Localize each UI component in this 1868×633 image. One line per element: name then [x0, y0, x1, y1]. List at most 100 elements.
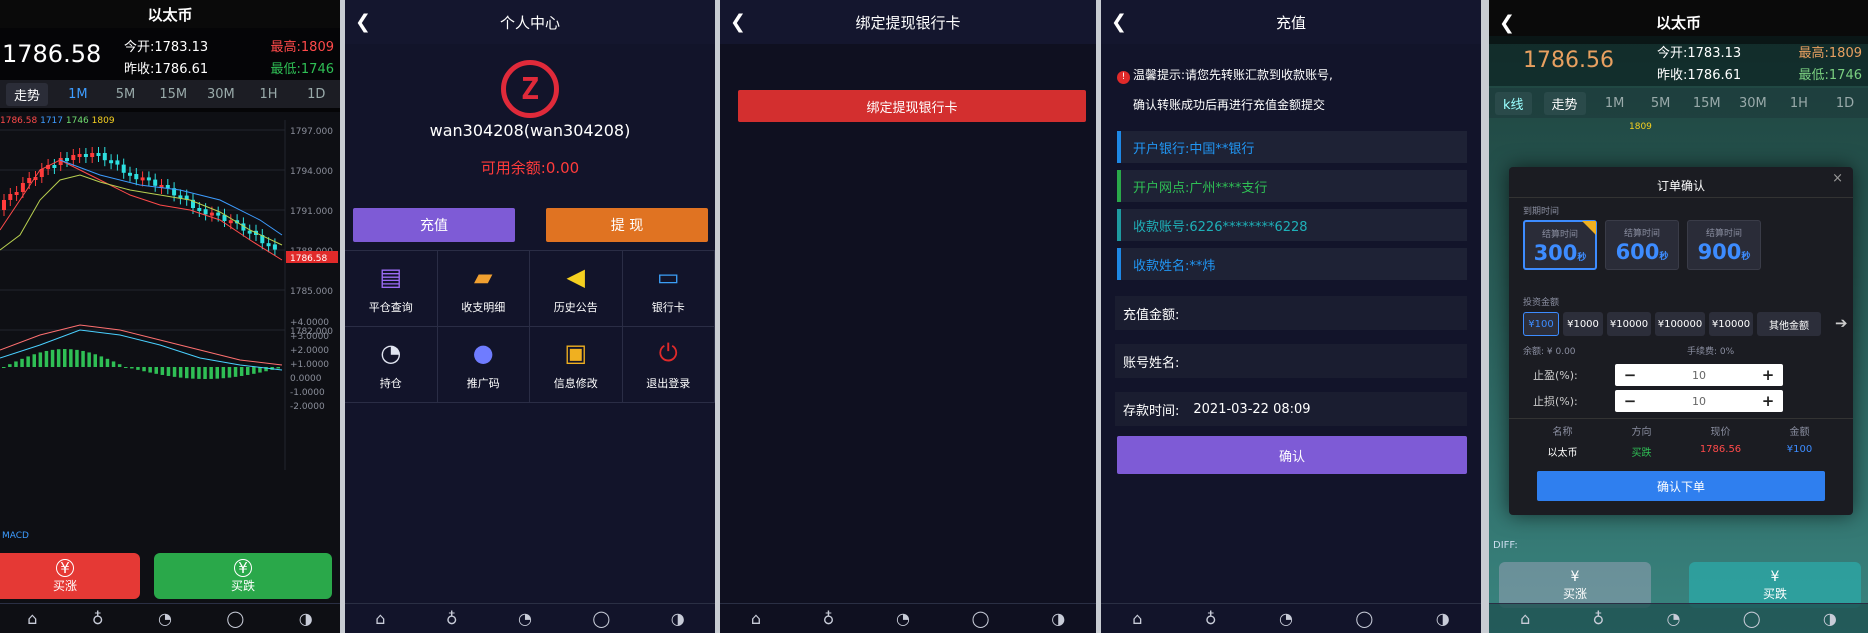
chart-icon[interactable]: ◔	[518, 609, 532, 628]
withdraw-button[interactable]: 提 现	[546, 208, 708, 242]
bind-bank-card-button[interactable]: 绑定提现银行卡	[738, 90, 1086, 122]
home-icon[interactable]: ⌂	[27, 609, 37, 628]
user-icon[interactable]: ◯	[592, 609, 610, 628]
stop-loss-stepper[interactable]: − 10 +	[1615, 390, 1783, 412]
user-icon[interactable]: ◯	[972, 609, 990, 628]
deposit-time-field[interactable]: 存款时间: 2021-03-22 08:09	[1115, 392, 1467, 426]
amount-option[interactable]: ¥10000	[1607, 312, 1651, 336]
menu-item[interactable]: ▭ 银行卡	[622, 251, 715, 327]
take-profit-stepper[interactable]: − 10 +	[1615, 364, 1783, 386]
arrow-right-icon[interactable]: ➔	[1835, 314, 1848, 332]
submit-order-button[interactable]: 确认下单	[1537, 471, 1825, 501]
moneybag-icon[interactable]: ♁	[823, 609, 835, 628]
duration-option-300[interactable]: 结算时间 300秒	[1523, 220, 1597, 270]
tab-1d[interactable]: 1D	[1822, 96, 1868, 111]
user-icon[interactable]: ◯	[226, 609, 244, 628]
quote-row-1: 今开:1783.13 最高:1809	[124, 36, 334, 55]
account-name-label: 账号姓名:	[1123, 355, 1180, 371]
home-icon[interactable]: ⌂	[375, 609, 385, 628]
duration-unit: 秒	[1659, 252, 1669, 262]
high-value: 1809	[300, 40, 334, 55]
amount-field[interactable]: 充值金额:	[1115, 296, 1467, 330]
duration-option-600[interactable]: 结算时间 600秒	[1605, 220, 1679, 270]
macd-bar	[14, 361, 18, 367]
menu-item[interactable]: ◀ 历史公告	[530, 251, 623, 327]
buy-down-button[interactable]: ¥ 买跌	[154, 553, 332, 599]
tab-kline[interactable]: k线	[1495, 91, 1532, 115]
candle-body	[20, 183, 25, 192]
headset-icon[interactable]: ◑	[671, 609, 685, 628]
buy-down-button[interactable]: ¥ 买跌	[1689, 562, 1861, 608]
chart-icon[interactable]: ◔	[896, 609, 910, 628]
tab-1d[interactable]: 1D	[292, 87, 340, 102]
chart-icon[interactable]: ◔	[1667, 609, 1681, 628]
close-icon[interactable]: ×	[1832, 171, 1843, 186]
moneybag-icon[interactable]: ♁	[92, 609, 104, 628]
tab-5m[interactable]: 5M	[102, 87, 150, 102]
headset-icon[interactable]: ◑	[1051, 609, 1065, 628]
candle-body	[128, 172, 132, 176]
tab-trend[interactable]: 走势	[6, 82, 49, 106]
other-amount-option[interactable]: 其他金额	[1757, 312, 1821, 336]
minus-icon[interactable]: −	[1615, 392, 1645, 410]
tab-30m[interactable]: 30M	[1730, 96, 1776, 111]
user-icon[interactable]: ◯	[1743, 609, 1761, 628]
back-arrow-icon[interactable]: ❮	[1499, 12, 1515, 34]
withdraw-label: 提 现	[610, 218, 644, 234]
home-icon[interactable]: ⌂	[1520, 609, 1530, 628]
confirm-button[interactable]: 确认	[1117, 436, 1467, 474]
tab-trend[interactable]: 走势	[1543, 91, 1586, 115]
account-name-field[interactable]: 账号姓名:	[1115, 344, 1467, 378]
order-table-row: 以太币 买跌 1786.56 ¥100	[1523, 444, 1839, 459]
chart-icon[interactable]: ◔	[158, 609, 172, 628]
menu-item[interactable]: ⏻ 退出登录	[622, 327, 715, 403]
home-icon[interactable]: ⌂	[751, 609, 761, 628]
buy-up-button[interactable]: ¥ 买涨	[1499, 562, 1651, 608]
user-icon[interactable]: ◯	[1355, 609, 1373, 628]
recharge-button[interactable]: 充值	[353, 208, 515, 242]
tab-1h[interactable]: 1H	[245, 87, 293, 102]
tab-15m[interactable]: 15M	[1684, 96, 1730, 111]
headset-icon[interactable]: ◑	[1436, 609, 1450, 628]
menu-item[interactable]: ▤ 平仓查询	[345, 251, 438, 327]
tab-30m[interactable]: 30M	[197, 87, 245, 102]
buy-up-button[interactable]: ¥ 买涨	[0, 553, 140, 599]
back-arrow-icon[interactable]: ❮	[355, 11, 371, 33]
tab-1m[interactable]: 1M	[54, 87, 102, 102]
macd-bar	[38, 352, 43, 367]
quote-row-2: 昨收:1786.61 最低:1746	[124, 58, 334, 77]
menu-item[interactable]: ◔ 持仓	[345, 327, 438, 403]
submit-order-label: 确认下单	[1656, 479, 1705, 494]
plus-icon[interactable]: +	[1753, 366, 1783, 384]
headset-icon[interactable]: ◑	[1823, 609, 1837, 628]
menu-item[interactable]: ▣ 信息修改	[530, 327, 623, 403]
moneybag-icon[interactable]: ♁	[446, 609, 458, 628]
tab-15m[interactable]: 15M	[149, 87, 197, 102]
tab-5m[interactable]: 5M	[1638, 96, 1684, 111]
amount-option[interactable]: ¥100000	[1655, 312, 1705, 336]
plus-icon[interactable]: +	[1753, 392, 1783, 410]
chart-icon[interactable]: ◔	[1279, 609, 1293, 628]
menu-item[interactable]: ▰ 收支明细	[437, 251, 530, 327]
back-arrow-icon[interactable]: ❮	[730, 11, 746, 33]
bottom-tabbar: ⌂ ♁ ◔ ◯ ◑	[1489, 603, 1868, 633]
amount-option[interactable]: ¥1000	[1563, 312, 1603, 336]
macd-bar	[117, 364, 122, 367]
amount-option[interactable]: ¥100	[1523, 312, 1559, 336]
headset-icon[interactable]: ◑	[299, 609, 313, 628]
menu-item[interactable]: ● 推广码	[437, 327, 530, 403]
chart-icon: ◔	[380, 338, 402, 367]
tab-1m[interactable]: 1M	[1592, 96, 1638, 111]
moneybag-icon[interactable]: ♁	[1593, 609, 1605, 628]
duration-option-900[interactable]: 结算时间 900秒	[1687, 220, 1761, 270]
amount-option[interactable]: ¥10000	[1709, 312, 1753, 336]
screen-recharge: ❮ 充值 ! 温馨提示:请您先转账汇款到收款账号, 确认转账成功后再进行充值金额提…	[1101, 0, 1481, 633]
tab-1h[interactable]: 1H	[1776, 96, 1822, 111]
back-arrow-icon[interactable]: ❮	[1111, 11, 1127, 33]
minus-icon[interactable]: −	[1615, 366, 1645, 384]
user-icon: ●	[472, 338, 494, 367]
username: wan304208(wan304208)	[429, 121, 631, 140]
home-icon[interactable]: ⌂	[1132, 609, 1142, 628]
moneybag-icon[interactable]: ♁	[1205, 609, 1217, 628]
current-price: 1786.58	[2, 40, 102, 68]
